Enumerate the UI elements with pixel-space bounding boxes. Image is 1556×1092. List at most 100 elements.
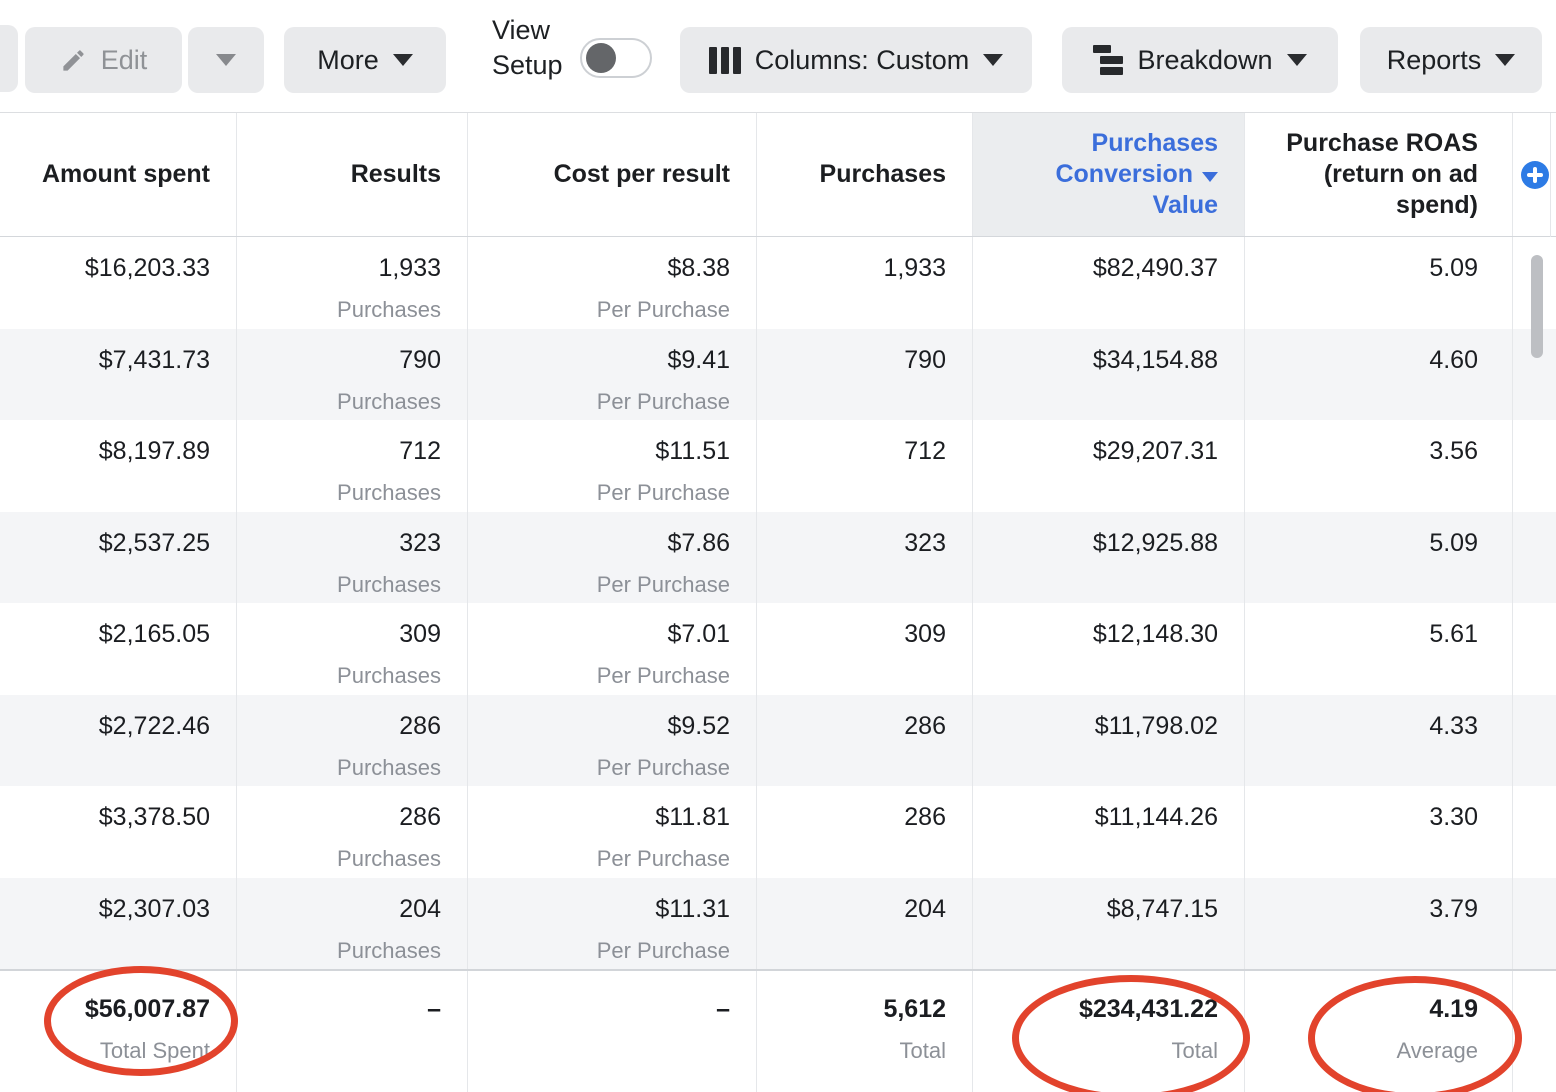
- chevron-down-icon: [983, 54, 1003, 66]
- edit-dropdown-button[interactable]: [188, 27, 264, 93]
- cost_per_result-value: $8.38: [667, 254, 730, 283]
- cost_per_result-sublabel: Per Purchase: [597, 938, 730, 964]
- cell-amount_spent: $8,197.89: [0, 420, 237, 512]
- cell-amount_spent: $2,165.05: [0, 603, 237, 695]
- results-value: 323: [399, 529, 441, 558]
- column-header-purchase_roas[interactable]: Purchase ROAS (return on ad spend): [1245, 113, 1513, 236]
- table-row[interactable]: $2,165.05309Purchases$7.01Per Purchase30…: [0, 603, 1556, 695]
- results-value: 790: [399, 346, 441, 375]
- reports-label: Reports: [1387, 45, 1482, 76]
- more-button[interactable]: More: [284, 27, 446, 93]
- conversion_value-value: $11,798.02: [1095, 712, 1218, 741]
- cell-conversion_value: $29,207.31: [973, 420, 1245, 512]
- row-filler-cell: [1513, 512, 1556, 604]
- cost_per_result-sublabel: Per Purchase: [597, 572, 730, 598]
- cell-amount_spent: $2,307.03: [0, 878, 237, 970]
- column-header-purchases[interactable]: Purchases: [757, 113, 973, 236]
- cell-results: 323 Purchases: [237, 512, 468, 604]
- cell-purchases: 286: [757, 786, 973, 878]
- purchases-value: 204: [904, 895, 946, 924]
- table-row[interactable]: $2,722.46286Purchases$9.52Per Purchase28…: [0, 695, 1556, 787]
- conversion_value-value: $29,207.31: [1093, 437, 1218, 466]
- cell-purchases: 712: [757, 420, 973, 512]
- results-sublabel: Purchases: [337, 389, 441, 415]
- conversion_value-value: $82,490.37: [1093, 254, 1218, 283]
- table-row[interactable]: $16,203.331,933Purchases$8.38Per Purchas…: [0, 237, 1556, 329]
- conversion_value-value: $11,144.26: [1095, 803, 1218, 832]
- purchases-total-value: 5,612: [883, 995, 946, 1024]
- pencil-icon: [60, 47, 87, 74]
- roas-value: 4.60: [1429, 346, 1478, 375]
- amount_spent-value: $16,203.33: [85, 254, 210, 283]
- results-sublabel: Purchases: [337, 663, 441, 689]
- results-value: 1,933: [378, 254, 441, 283]
- chevron-down-icon: [216, 54, 236, 66]
- cell-purchases: 286: [757, 695, 973, 787]
- cell-results: 309 Purchases: [237, 603, 468, 695]
- scrollbar-thumb[interactable]: [1531, 255, 1543, 358]
- breakdown-label: Breakdown: [1137, 45, 1272, 76]
- results-sublabel: Purchases: [337, 572, 441, 598]
- table-row[interactable]: $2,307.03204Purchases$11.31Per Purchase2…: [0, 878, 1556, 970]
- cell-conversion_value: $12,925.88: [973, 512, 1245, 604]
- cell-amount_spent: $7,431.73: [0, 329, 237, 421]
- cost_per_result-sublabel: Per Purchase: [597, 755, 730, 781]
- sort-descending-icon: [1202, 172, 1218, 182]
- edit-button[interactable]: Edit: [25, 27, 182, 93]
- more-label: More: [317, 45, 379, 76]
- cell-conversion_value: $34,154.88: [973, 329, 1245, 421]
- column-header-purchases_conversion_value[interactable]: PurchasesConversionValue: [973, 113, 1245, 236]
- amount_spent-value: $2,307.03: [99, 895, 210, 924]
- cell-roas: 3.56: [1245, 420, 1513, 512]
- conversion_value-value: $12,148.30: [1093, 620, 1218, 649]
- add-column-icon[interactable]: [1521, 161, 1549, 189]
- cost_per_result-sublabel: Per Purchase: [597, 389, 730, 415]
- results-value: 309: [399, 620, 441, 649]
- cell-conversion_value: $8,747.15: [973, 878, 1245, 970]
- roas-value: 5.09: [1429, 529, 1478, 558]
- cost_per_result-value: $9.41: [667, 346, 730, 375]
- row-filler-cell: [1513, 695, 1556, 787]
- cell-amount_spent: $2,722.46: [0, 695, 237, 787]
- cell-results: 1,933Purchases: [237, 237, 468, 329]
- cell-results: 204Purchases: [237, 878, 468, 970]
- purchases-value: 286: [904, 712, 946, 741]
- cell-purchases: 204: [757, 878, 973, 970]
- amount_spent-value: $7,431.73: [99, 346, 210, 375]
- table-row[interactable]: $2,537.25323Purchases$7.86Per Purchase32…: [0, 512, 1556, 604]
- results-value: 204: [399, 895, 441, 924]
- cost_per_result-sublabel: Per Purchase: [597, 480, 730, 506]
- row-filler-cell: [1513, 786, 1556, 878]
- breakdown-icon: [1093, 45, 1123, 75]
- table-row[interactable]: $3,378.50286Purchases$11.81Per Purchase2…: [0, 786, 1556, 878]
- column-header-results[interactable]: Results: [237, 113, 468, 236]
- view-setup-toggle[interactable]: [580, 38, 652, 78]
- table-row[interactable]: $7,431.73 790 Purchases $9.41 Per Purchase 79…: [0, 329, 1556, 421]
- cost_per_result-value: $7.01: [667, 620, 730, 649]
- toolbar: Edit More View Setup Columns: Custom Bre…: [0, 0, 1556, 113]
- row-filler-cell: [1513, 420, 1556, 512]
- table-header-row: Amount spentResultsCost per resultPurcha…: [0, 113, 1556, 237]
- roas-value: 4.33: [1429, 712, 1478, 741]
- column-header-amount_spent[interactable]: Amount spent: [0, 113, 237, 236]
- row-filler-cell: [1513, 603, 1556, 695]
- amount_spent-value: $2,165.05: [99, 620, 210, 649]
- edit-label: Edit: [101, 45, 148, 76]
- annotation-ellipse-total-spent: [44, 966, 238, 1076]
- results-sublabel: Purchases: [337, 846, 441, 872]
- column-header-cost_per_result[interactable]: Cost per result: [468, 113, 757, 236]
- cell-results: 286Purchases: [237, 695, 468, 787]
- columns-button[interactable]: Columns: Custom: [680, 27, 1032, 93]
- breakdown-button[interactable]: Breakdown: [1062, 27, 1338, 93]
- table-body: $16,203.331,933Purchases$8.38Per Purchas…: [0, 237, 1556, 969]
- cell-purchases: 790: [757, 329, 973, 421]
- reports-button[interactable]: Reports: [1360, 27, 1542, 93]
- columns-label: Columns: Custom: [755, 45, 970, 76]
- cell-cost_per_result: $11.81Per Purchase: [468, 786, 757, 878]
- table-row[interactable]: $8,197.89712Purchases$11.51Per Purchase7…: [0, 420, 1556, 512]
- results-value: 286: [399, 712, 441, 741]
- cell-amount_spent: $2,537.25: [0, 512, 237, 604]
- cell-results: 712Purchases: [237, 420, 468, 512]
- cell-amount_spent: $16,203.33: [0, 237, 237, 329]
- partial-toolbar-button[interactable]: [0, 25, 18, 92]
